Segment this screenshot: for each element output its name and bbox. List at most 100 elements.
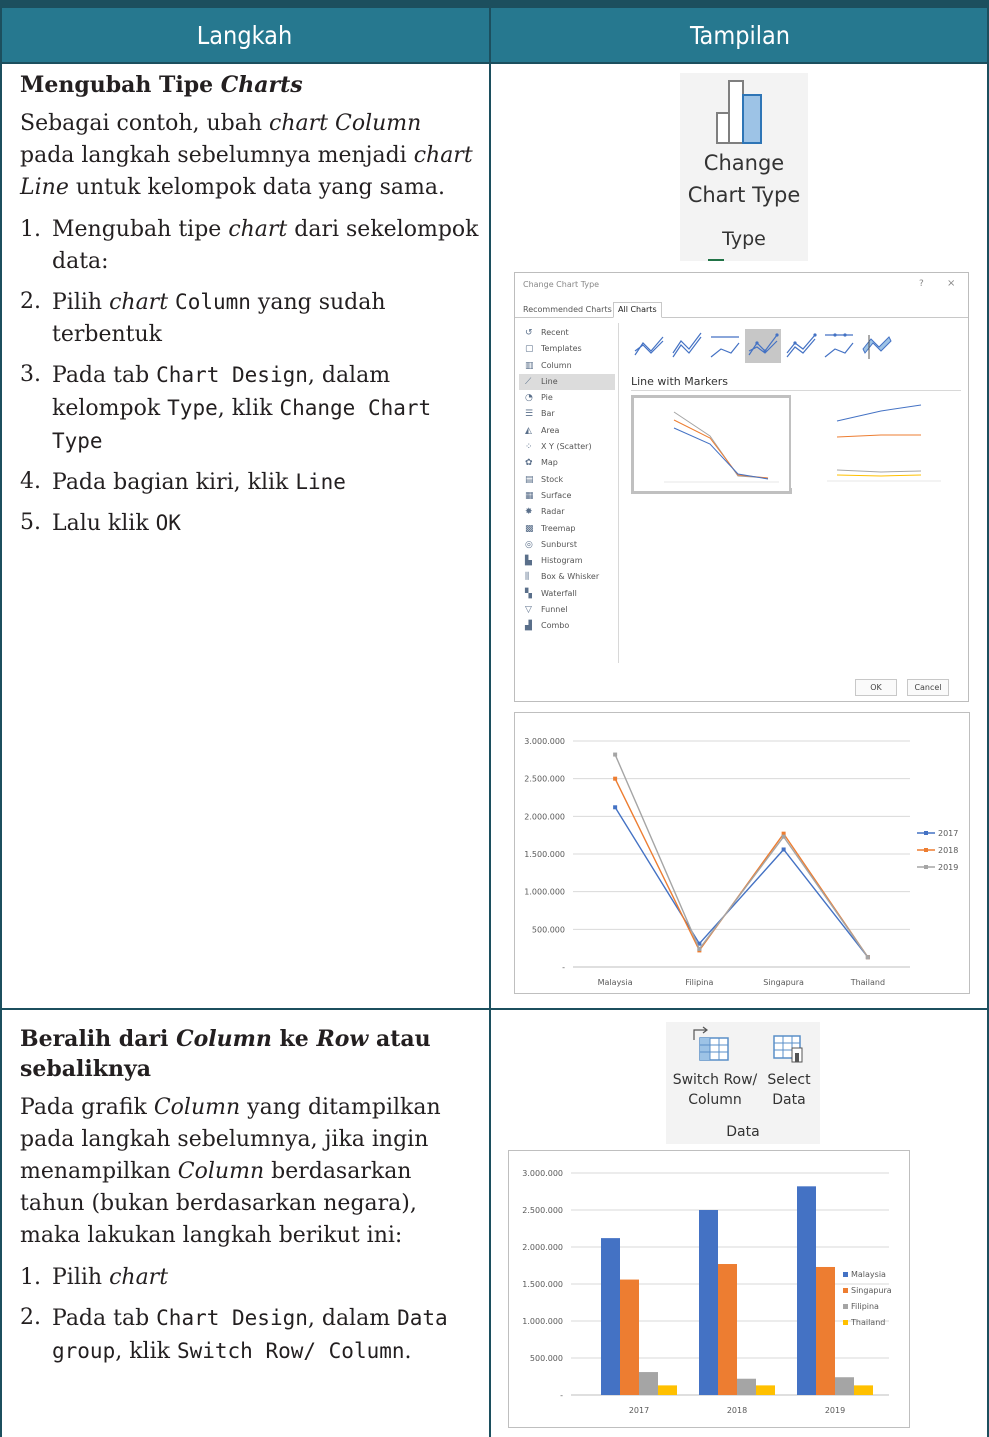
category-waterfall[interactable]: ▚ Waterfall xyxy=(519,586,615,602)
stock-icon: ▤ xyxy=(525,474,534,485)
funnel-icon: ▽ xyxy=(525,605,532,616)
data-point-2017 xyxy=(781,847,786,852)
legend-swatch-Singapura xyxy=(843,1288,848,1293)
ok-button[interactable]: OK xyxy=(855,679,897,696)
category-templates[interactable]: ▢ Templates xyxy=(519,341,615,357)
legend-marker-2018 xyxy=(924,848,928,852)
histogram-icon: ▙ xyxy=(525,556,532,567)
category-combo[interactable]: ▟ Combo xyxy=(519,618,615,634)
category-sunburst[interactable]: ◎ Sunburst xyxy=(519,537,615,553)
category-box-whisker[interactable]: ⫼ Box & Whisker xyxy=(519,569,615,585)
list-item: 4. Pada bagian kiri, klik Line xyxy=(20,469,346,495)
3d-line-subtype-icon xyxy=(862,335,892,359)
preview-by-country[interactable] xyxy=(631,395,792,494)
treemap-icon: ▩ xyxy=(525,523,534,534)
legend-marker-2019 xyxy=(924,865,928,869)
y-tick-label: 1.000.000 xyxy=(522,1317,563,1326)
bar-Thailand-2017 xyxy=(658,1385,677,1395)
y-tick-label: 1.500.000 xyxy=(522,1280,563,1289)
cancel-button[interactable]: Cancel xyxy=(907,679,949,696)
bar-Malaysia-2017 xyxy=(601,1238,620,1395)
category-histogram[interactable]: ▙ Histogram xyxy=(519,553,615,569)
subtype-100-stacked-markers[interactable] xyxy=(821,329,857,363)
dialog-separator xyxy=(618,323,619,663)
legend-label: 2019 xyxy=(938,863,958,872)
x-tick-label: Thailand xyxy=(850,978,885,987)
x-tick-label: 2018 xyxy=(727,1406,747,1415)
steps-list: 1. Pilih chart 2. Pada tab Chart Design, d… xyxy=(20,1262,482,1368)
y-tick-label: 500.000 xyxy=(532,925,565,934)
close-button[interactable]: × xyxy=(947,278,955,289)
column-icon: ▥ xyxy=(525,360,534,371)
bar-Filipina-2017 xyxy=(639,1372,658,1395)
y-tick-label: 1.000.000 xyxy=(524,888,565,897)
subtype-stacked-line-markers[interactable] xyxy=(783,329,819,363)
category-recent[interactable]: ↺ Recent xyxy=(519,325,615,341)
list-item: 3. Pada tab Chart Design, dalam kelompok … xyxy=(20,362,432,453)
subtype-line[interactable] xyxy=(631,329,667,363)
legend-label: 2017 xyxy=(938,829,958,838)
y-tick-label: 3.000.000 xyxy=(524,737,565,746)
category-scatter[interactable]: ⁘ X Y (Scatter) xyxy=(519,439,615,455)
category-stock[interactable]: ▤ Stock xyxy=(519,472,615,488)
bar-Thailand-2018 xyxy=(756,1385,775,1395)
scatter-icon: ⁘ xyxy=(525,442,533,453)
bar-Filipina-2019 xyxy=(835,1377,854,1395)
tab-recommended-charts[interactable]: Recommended Charts xyxy=(519,303,616,317)
legend-swatch-Thailand xyxy=(843,1320,848,1325)
category-line[interactable]: ⟋ Line xyxy=(519,373,615,391)
change-chart-type-dialog: Change Chart Type ? × Recommended Charts… xyxy=(514,272,969,702)
category-radar[interactable]: ✸ Radar xyxy=(519,504,615,520)
category-treemap[interactable]: ▩ Treemap xyxy=(519,521,615,537)
table-header: Langkah Tampilan xyxy=(0,8,989,64)
category-map[interactable]: ✿ Map xyxy=(519,455,615,471)
subtype-stacked-line[interactable] xyxy=(669,329,705,363)
data-point-2019 xyxy=(613,752,618,757)
bar-Singapura-2019 xyxy=(816,1266,835,1395)
subtype-underline xyxy=(631,390,961,391)
category-surface[interactable]: ▦ Surface xyxy=(519,488,615,504)
subtype-line-with-markers[interactable] xyxy=(745,329,781,363)
category-pie[interactable]: ◔ Pie xyxy=(519,390,615,406)
y-tick-label: 1.500.000 xyxy=(524,850,565,859)
stacked-line-subtype-icon xyxy=(672,332,702,358)
table-top-border xyxy=(0,0,989,8)
header-tampilan: Tampilan xyxy=(689,20,791,50)
table-border-left xyxy=(0,8,2,1437)
subtype-title: Line with Markers xyxy=(631,375,729,388)
subtype-100-stacked-line[interactable] xyxy=(707,329,743,363)
bar-chart-svg: - 500.000 1.000.000 1.500.000 2.000.000 2.500… xyxy=(522,1169,892,1415)
bar-icon: ☰ xyxy=(525,409,534,420)
help-button[interactable]: ? xyxy=(919,279,924,289)
legend-label: Filipina xyxy=(851,1302,879,1311)
line-markers-subtype-icon xyxy=(748,333,779,356)
percent-markers-subtype-icon xyxy=(824,333,854,358)
chart-category-list: ↺ Recent ▢ Templates ▥ Column ⟋ Line ◔ Pie ☰ B… xyxy=(519,325,615,635)
section-title: Mengubah Tipe Charts xyxy=(20,72,303,98)
switch-row-column-button[interactable]: Switch Row/ Column xyxy=(670,1026,760,1126)
select-data-button[interactable]: Select Data xyxy=(762,1026,816,1126)
tab-all-charts[interactable]: All Charts xyxy=(613,302,662,318)
list-item: 1. Mengubah tipe chart dari sekelompok da… xyxy=(20,217,479,274)
category-bar[interactable]: ☰ Bar xyxy=(519,406,615,422)
category-funnel[interactable]: ▽ Funnel xyxy=(519,602,615,618)
change-label-1: Change xyxy=(703,151,785,175)
line-chart: - 500.000 1.000.000 1.500.000 2.000.000 2.500… xyxy=(514,712,970,994)
category-column[interactable]: ▥ Column xyxy=(519,358,615,374)
y-tick-label: 2.500.000 xyxy=(522,1206,563,1215)
y-tick-label: 2.000.000 xyxy=(524,812,565,821)
subtype-3d-line[interactable] xyxy=(859,329,895,363)
legend-swatch-Filipina xyxy=(843,1304,848,1309)
preview-by-year[interactable] xyxy=(791,395,946,488)
data-point-2019 xyxy=(865,955,870,960)
bar-Malaysia-2018 xyxy=(699,1210,718,1395)
data-point-2019 xyxy=(697,946,702,951)
header-langkah: Langkah xyxy=(196,20,293,50)
surface-icon: ▦ xyxy=(525,490,534,501)
templates-icon: ▢ xyxy=(525,344,534,355)
legend-marker-2017 xyxy=(924,831,928,835)
change-chart-type-button[interactable]: Change Chart Type Type xyxy=(680,73,808,261)
category-area[interactable]: ◭ Area xyxy=(519,423,615,439)
pie-icon: ◔ xyxy=(525,393,533,404)
legend-label: Thailand xyxy=(850,1318,885,1327)
